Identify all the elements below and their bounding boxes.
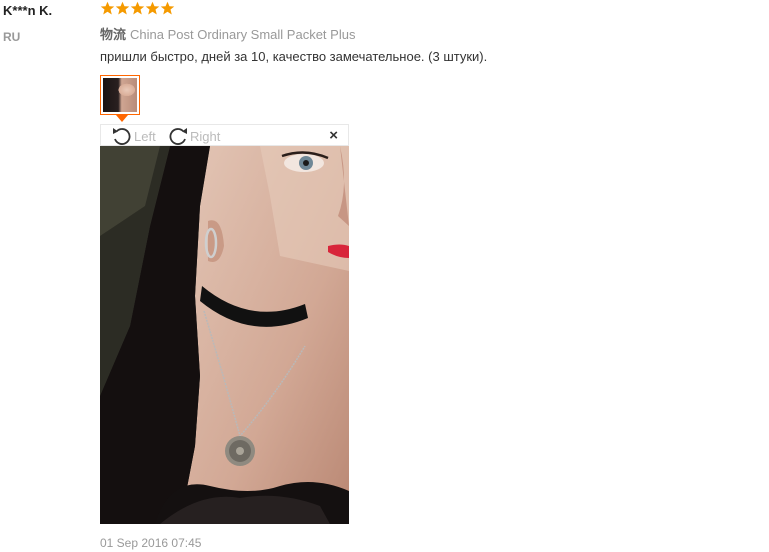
thumbnail-image bbox=[103, 78, 137, 112]
star-icon bbox=[145, 1, 160, 16]
star-icon bbox=[115, 1, 130, 16]
review-text: пришли быстро, дней за 10, качество заме… bbox=[100, 49, 488, 64]
review-date: 01 Sep 2016 07:45 bbox=[100, 536, 202, 550]
review-photo-image bbox=[100, 146, 349, 524]
shipping-label: 物流 bbox=[100, 28, 127, 43]
thumbnail-selected-arrow bbox=[116, 115, 128, 122]
star-icon bbox=[160, 1, 175, 16]
rotate-left-button[interactable]: Left bbox=[111, 126, 156, 146]
review-photo-thumbnail[interactable] bbox=[100, 75, 140, 115]
rotate-left-icon bbox=[113, 128, 131, 145]
reviewer-name: K***n K. bbox=[3, 3, 53, 18]
photo-viewer-toolbar: Left Right × bbox=[100, 124, 349, 146]
close-viewer-button[interactable]: × bbox=[329, 127, 338, 144]
review-photo bbox=[100, 146, 349, 524]
rotate-left-label: Left bbox=[134, 128, 156, 144]
rotate-right-button[interactable]: Right bbox=[167, 126, 220, 146]
star-rating bbox=[100, 1, 175, 17]
shipping-info: 物流 China Post Ordinary Small Packet Plus bbox=[100, 24, 355, 43]
star-icon bbox=[130, 1, 145, 16]
reviewer-country: RU bbox=[3, 30, 21, 44]
shipping-method: China Post Ordinary Small Packet Plus bbox=[130, 27, 356, 42]
rotate-right-icon bbox=[169, 128, 187, 145]
star-icon bbox=[100, 1, 115, 16]
rotate-right-label: Right bbox=[190, 128, 221, 144]
